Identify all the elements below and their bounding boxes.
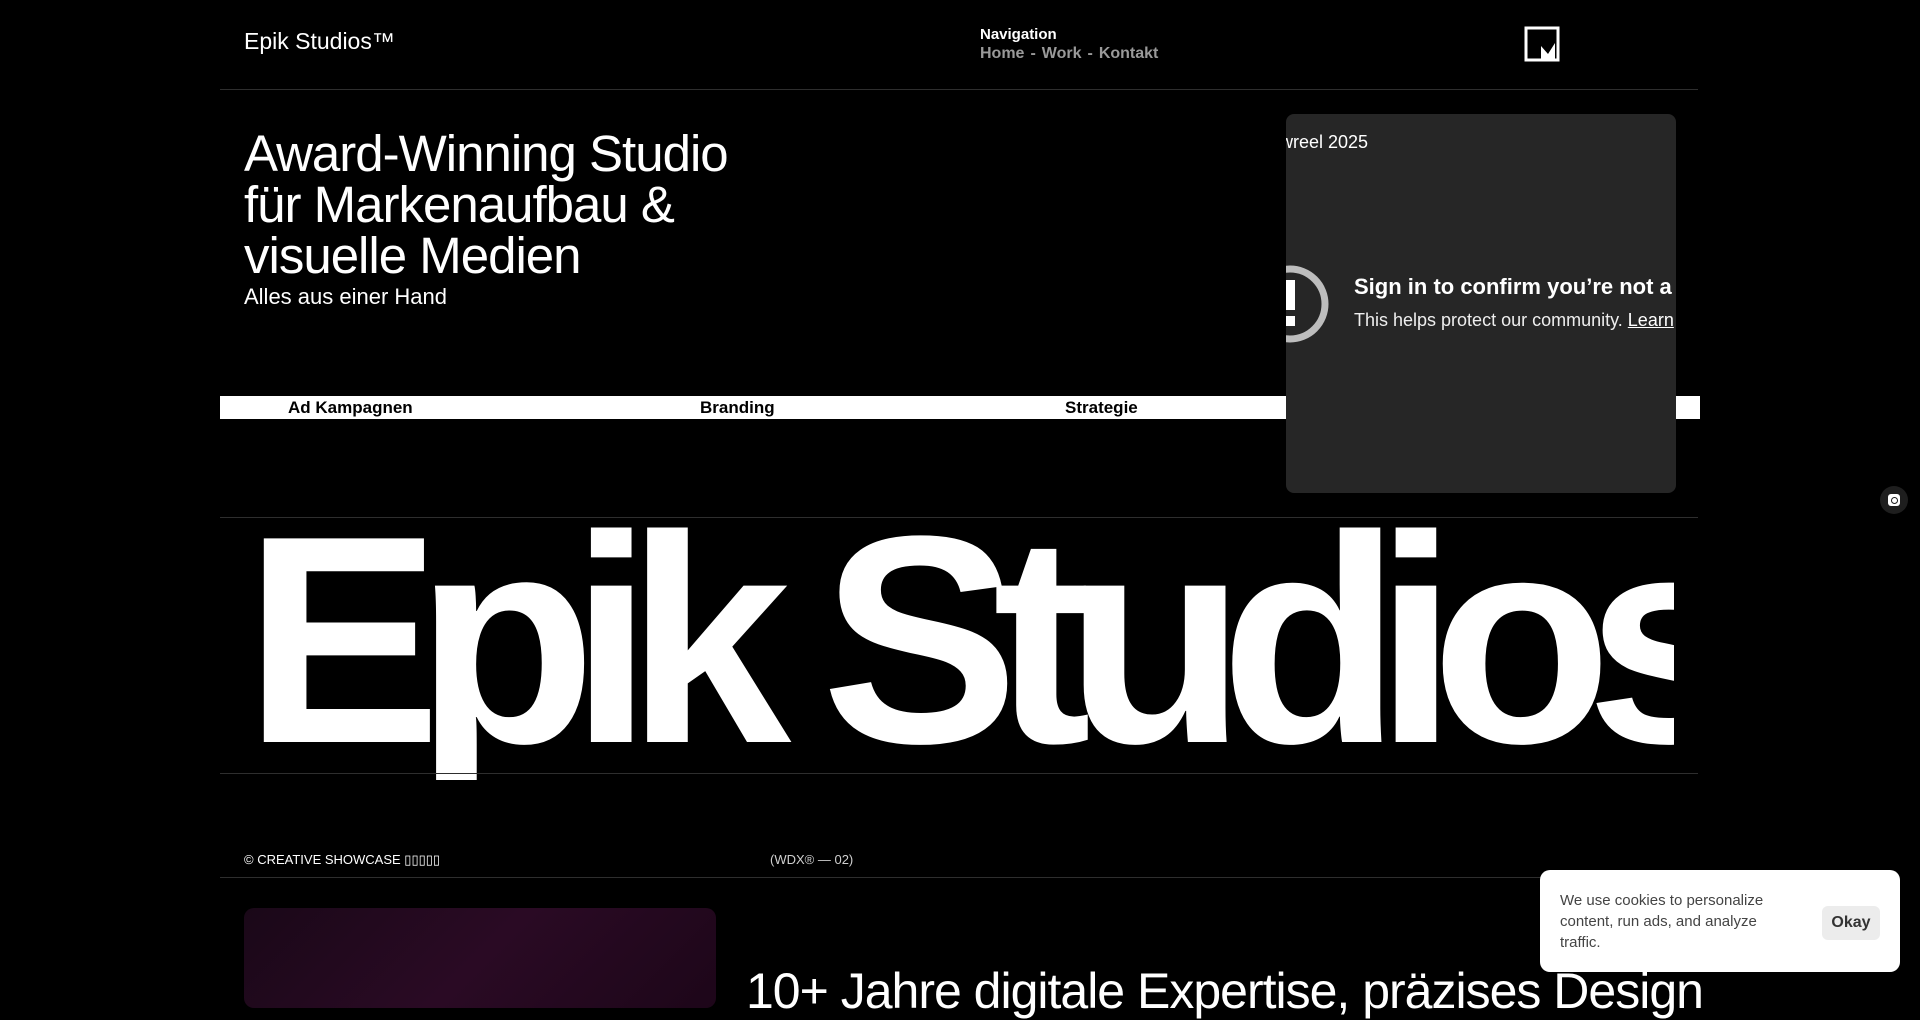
nav-link-home[interactable]: Home [980,45,1024,63]
logo-mark-icon[interactable] [1524,26,1560,62]
section-divider [220,517,1698,518]
nav-link-work[interactable]: Work [1042,45,1082,63]
giant-wordmark: Epik StudiosTM [244,520,1674,780]
cookie-text: We use cookies to personalize content, r… [1560,892,1764,951]
side-widget-button[interactable] [1880,486,1908,514]
warning-icon [1286,265,1329,343]
video-embed[interactable]: wreel 2025 Sign in to confirm you’re not… [1286,114,1676,493]
learn-more-link[interactable]: Learn [1628,310,1674,330]
section-divider [220,877,1698,878]
section-code: (WDX® — 02) [770,852,854,867]
video-signin-text: This helps protect our community. Learn [1354,310,1674,331]
nav-separator: - [1087,45,1093,62]
section-divider [220,773,1698,774]
nav-title: Navigation [980,26,1057,43]
nav-links: Home - Work - Kontakt [980,45,1158,63]
hero-subtitle: Alles aus einer Hand [244,284,448,309]
service-branding[interactable]: Branding [700,398,775,418]
showcase-label: © CREATIVE SHOWCASE ▯▯▯▯▯ [244,852,441,867]
brand-name[interactable]: Epik Studios™ [244,28,395,55]
video-signin-message: This helps protect our community. [1354,310,1623,330]
hero-title: Award-Winning Studio für Markenaufbau & … [244,128,844,281]
project-thumbnail[interactable] [244,908,716,1008]
video-title[interactable]: wreel 2025 [1286,132,1368,153]
hero-title-line: für Markenaufbau & [244,176,675,233]
hero-title-line: visuelle Medien [244,227,582,284]
header-divider [220,89,1698,90]
video-signin-heading: Sign in to confirm you’re not a bo [1354,274,1676,299]
giant-wordmark-text: Epik Studios [244,520,1674,780]
cookie-okay-button[interactable]: Okay [1822,906,1880,940]
nav-separator: - [1030,45,1036,62]
camera-icon [1888,494,1900,506]
service-strategie[interactable]: Strategie [1065,398,1138,418]
service-ad-kampagnen[interactable]: Ad Kampagnen [288,398,413,418]
cookie-banner: We use cookies to personalize content, r… [1540,870,1900,972]
nav-link-kontakt[interactable]: Kontakt [1099,45,1159,63]
hero-title-line: Award-Winning Studio [244,125,729,182]
